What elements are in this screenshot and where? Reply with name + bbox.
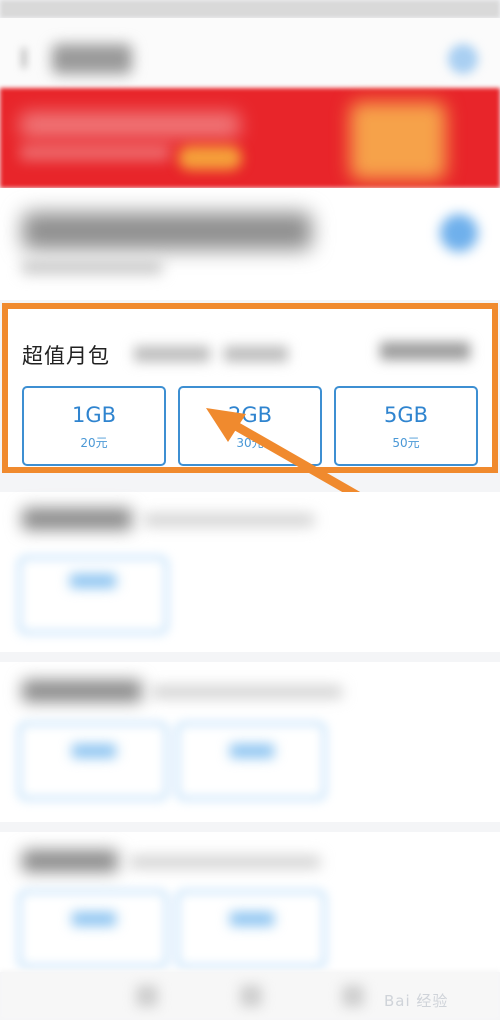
option-box-blurred[interactable] bbox=[176, 890, 326, 968]
option-text-blurred bbox=[70, 574, 116, 588]
section-subtitle-blurred bbox=[144, 514, 314, 526]
section-title-blurred bbox=[22, 508, 132, 530]
option-text-blurred bbox=[72, 744, 116, 758]
option-text-blurred bbox=[230, 744, 274, 758]
option-box-blurred[interactable] bbox=[18, 556, 168, 634]
option-text-blurred bbox=[72, 912, 116, 926]
option-box-blurred[interactable] bbox=[176, 722, 326, 800]
section-subtitle-blurred bbox=[152, 686, 342, 698]
option-box-blurred[interactable] bbox=[18, 890, 168, 968]
bottom-nav-icon[interactable] bbox=[342, 985, 364, 1007]
section-title-blurred bbox=[22, 680, 142, 702]
option-text-blurred bbox=[230, 912, 274, 926]
bottom-nav-icon[interactable] bbox=[136, 985, 158, 1007]
option-box-blurred[interactable] bbox=[18, 722, 168, 800]
section-title-blurred bbox=[22, 850, 118, 872]
section-subtitle-blurred bbox=[130, 856, 320, 868]
bottom-nav-icon[interactable] bbox=[240, 985, 262, 1007]
watermark-logo: Bai 经验 bbox=[384, 992, 449, 1010]
